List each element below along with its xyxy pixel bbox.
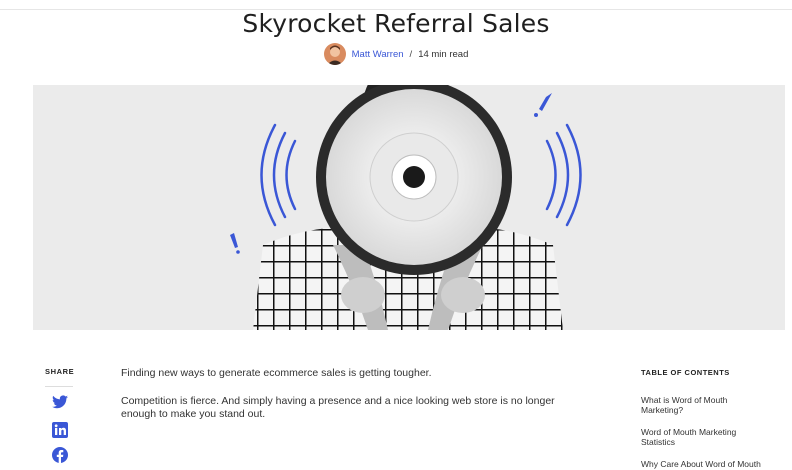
toc-title: TABLE OF CONTENTS bbox=[641, 368, 730, 377]
toc-item[interactable]: What is Word of Mouth Marketing? bbox=[641, 395, 769, 415]
paragraph: Competition is fierce. And simply having… bbox=[121, 395, 555, 420]
toc-item[interactable]: Why Care About Word of Mouth bbox=[641, 459, 769, 469]
paragraph: Finding new ways to generate ecommerce s… bbox=[121, 367, 432, 379]
linkedin-icon[interactable] bbox=[52, 422, 68, 438]
author-link[interactable]: Matt Warren bbox=[352, 49, 404, 60]
twitter-icon[interactable] bbox=[52, 395, 68, 411]
toc-item[interactable]: Word of Mouth Marketing Statistics bbox=[641, 427, 769, 447]
byline-separator: / bbox=[409, 48, 413, 60]
author-avatar[interactable] bbox=[323, 43, 346, 65]
article-title: Skyrocket Referral Sales bbox=[242, 9, 550, 38]
share-label: SHARE bbox=[45, 367, 75, 376]
share-divider bbox=[45, 386, 73, 387]
read-time: 14 min read bbox=[418, 48, 469, 60]
table-of-contents: TABLE OF CONTENTS What is Word of Mouth … bbox=[641, 368, 771, 469]
facebook-icon[interactable] bbox=[52, 447, 68, 463]
share-panel: SHARE bbox=[45, 367, 85, 387]
hero-image bbox=[33, 85, 785, 330]
byline: Matt Warren / 14 min read bbox=[0, 43, 792, 65]
